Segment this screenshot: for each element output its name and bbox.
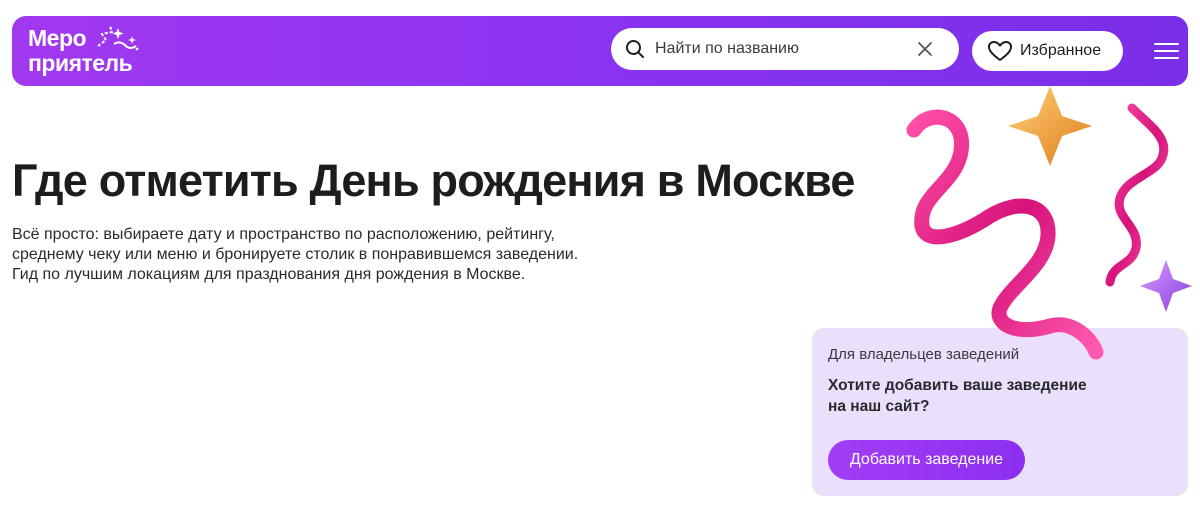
page-title: Где отметить День рождения в Москве (12, 155, 855, 206)
purple-star-icon (1140, 260, 1192, 312)
search-box (611, 28, 959, 70)
heart-icon (988, 41, 1012, 61)
search-input[interactable] (655, 36, 905, 62)
logo-text-line2: приятель (28, 50, 133, 76)
top-header-bar: Меро приятель Избранное (12, 16, 1188, 86)
owner-card-heading: Хотите добавить ваше заведение на наш са… (828, 375, 1128, 417)
description-line: Всё просто: выбираете дату и пространств… (12, 226, 555, 243)
favorites-label: Избранное (1020, 42, 1102, 59)
site-logo[interactable]: Меро приятель (28, 25, 168, 77)
description-line: Гид по лучшим локациям для празднования … (12, 266, 526, 283)
clear-search-icon[interactable] (917, 41, 933, 57)
pink-ribbon (906, 109, 1104, 360)
pink-ribbon-small (1105, 103, 1169, 287)
owner-heading-line: Хотите добавить ваше заведение (828, 377, 1087, 394)
hamburger-menu-icon[interactable] (1152, 41, 1180, 61)
search-icon[interactable] (625, 39, 645, 59)
description-line: среднему чеку или меню и бронируете стол… (12, 246, 579, 263)
add-venue-button[interactable]: Добавить заведение (828, 440, 1025, 480)
party-ribbon-decoration (906, 86, 1192, 360)
logo-text-line1: Меро (28, 25, 87, 51)
owner-heading-line: на наш сайт? (828, 398, 930, 415)
page-description: Всё просто: выбираете дату и пространств… (12, 225, 632, 285)
gold-star-icon (1008, 86, 1092, 166)
favorites-button[interactable]: Избранное (972, 31, 1123, 71)
